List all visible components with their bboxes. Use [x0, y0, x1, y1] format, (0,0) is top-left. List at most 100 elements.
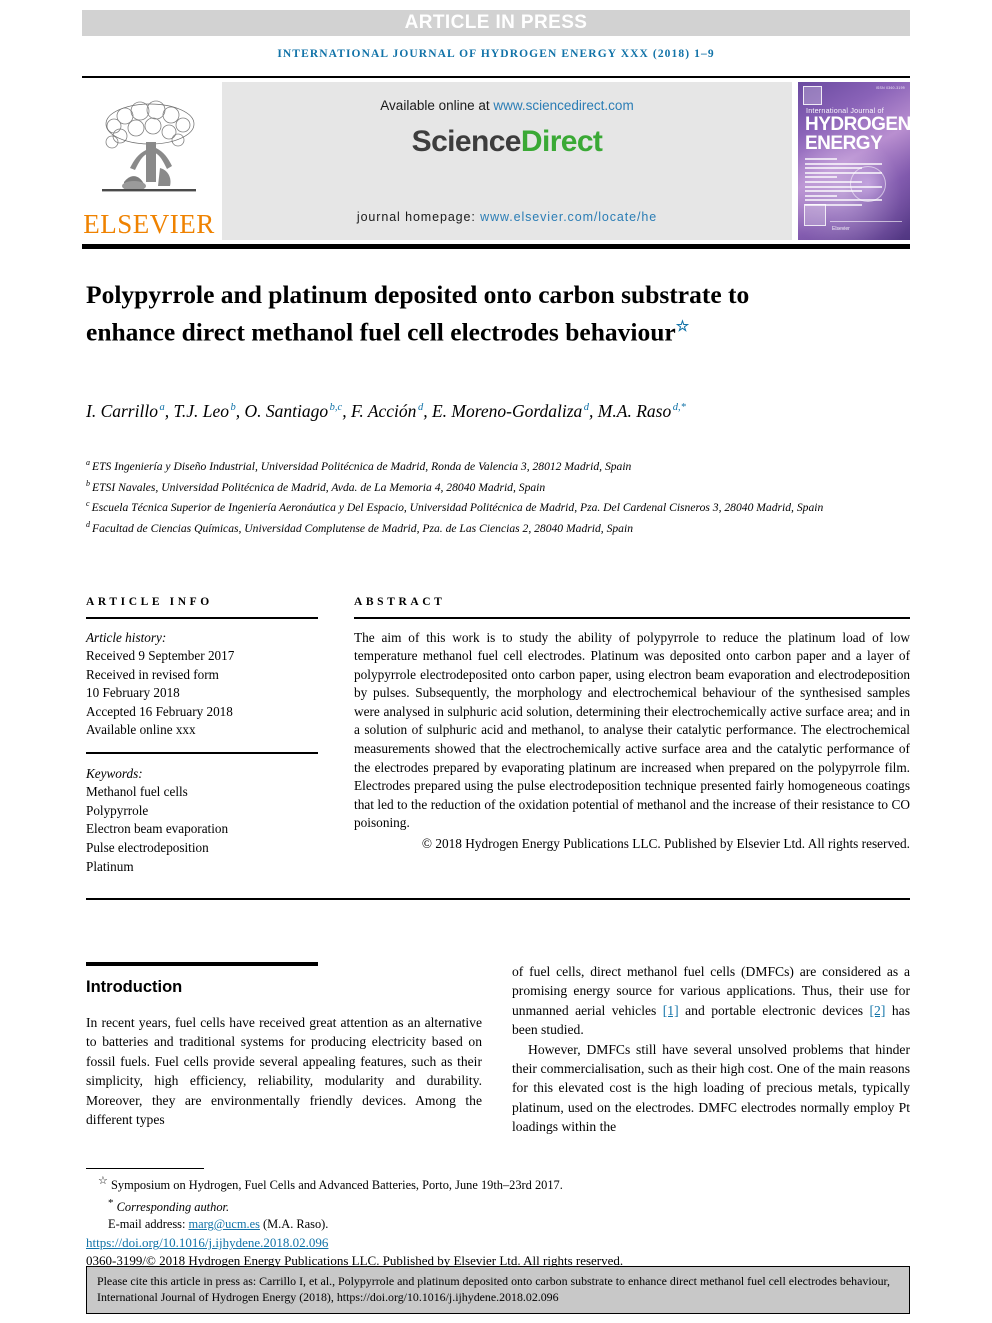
cover-bottom-rule [830, 221, 902, 222]
introduction-paragraph-left: In recent years, fuel cells have receive… [86, 1015, 482, 1128]
author-name: F. Acción [350, 400, 417, 421]
author-name: E. Moreno-Gordaliza [431, 400, 583, 421]
keyword-item: Methanol fuel cells [86, 784, 188, 800]
affiliation-item: b ETSI Navales, Universidad Politécnica d… [86, 476, 886, 497]
sciencedirect-logo-direct: Direct [520, 125, 603, 158]
affiliation-item: c Escuela Técnica Superior de Ingeniería … [86, 496, 886, 517]
journal-homepage-link[interactable]: www.elsevier.com/locate/he [480, 210, 657, 224]
author-affiliation-marker: b,c [329, 402, 343, 413]
footnote-symposium: ☆ Symposium on Hydrogen, Fuel Cells and … [86, 1173, 646, 1195]
author-affiliation-marker: a [159, 402, 165, 413]
keywords-block: Keywords: Methanol fuel cells Polypyrrole… [86, 765, 318, 877]
article-in-press-label: ARTICLE IN PRESS [404, 12, 588, 33]
journal-cover-thumbnail: ISSN 0360-3199 International Journal of … [798, 82, 910, 240]
article-info-rule [86, 617, 318, 619]
journal-running-head: International Journal of Hydrogen Energy… [277, 48, 715, 60]
elsevier-tree-icon [102, 100, 196, 192]
cover-title-hydrogen: HYDROGEN [805, 114, 910, 135]
sciencedirect-url-link[interactable]: www.sciencedirect.com [493, 98, 633, 113]
abstract-rule [354, 617, 910, 619]
keyword-item: Pulse electrodeposition [86, 839, 209, 855]
article-history-item: Available online xxx [86, 722, 196, 738]
footnote-corresponding-text: Corresponding author. [116, 1199, 230, 1214]
article-info-column: ARTICLE INFO Article history: Received 9… [86, 596, 318, 876]
doi-link-line: https://doi.org/10.1016/j.ijhydene.2018.… [86, 1234, 646, 1252]
reference-link-2[interactable]: [2] [870, 1003, 886, 1018]
footnotes-block: ☆ Symposium on Hydrogen, Fuel Cells and … [86, 1168, 646, 1270]
article-history-title: Article history: [86, 629, 167, 645]
cover-top-row: ISSN 0360-3199 [803, 86, 905, 105]
sciencedirect-logo: ScienceDirect [412, 125, 603, 159]
cover-hek-logo-icon [804, 204, 826, 226]
cover-title-energy: ENERGY [805, 133, 883, 154]
email-label: E-mail address: [108, 1217, 189, 1232]
doi-link[interactable]: https://doi.org/10.1016/j.ijhydene.2018.… [86, 1235, 328, 1250]
keyword-item: Polypyrrole [86, 802, 149, 818]
keyword-item: Electron beam evaporation [86, 821, 229, 837]
abstract-body: The aim of this work is to study the abi… [354, 629, 910, 831]
cover-text-lines-decoration [805, 158, 904, 209]
cover-issn-label: ISSN 0360-3199 [875, 86, 905, 90]
sciencedirect-box: Available online at www.sciencedirect.co… [222, 82, 792, 240]
article-history-items: Received 9 September 2017 Received in rev… [86, 647, 318, 740]
cite-this-article-box: Please cite this article in press as: Ca… [86, 1266, 910, 1314]
article-history-block: Article history: Received 9 September 20… [86, 629, 318, 741]
author-name: T.J. Leo [173, 400, 230, 421]
introduction-paragraph-2: However, DMFCs still have several unsolv… [512, 1041, 910, 1135]
article-in-press-banner: ARTICLE IN PRESS [82, 10, 910, 36]
introduction-heading: Introduction [86, 978, 183, 996]
footnote-symposium-text: Symposium on Hydrogen, Fuel Cells and Ad… [110, 1178, 563, 1193]
article-history-item: 10 February 2018 [86, 685, 180, 701]
introduction-heading-rule [86, 962, 318, 966]
article-history-item: Accepted 16 February 2018 [86, 703, 233, 719]
author-name: M.A. Raso [597, 400, 672, 421]
body-column-right: of fuel cells, direct methanol fuel cell… [512, 962, 910, 1137]
reference-link-1[interactable]: [1] [663, 1003, 679, 1018]
affiliation-text: ETS Ingeniería y Diseño Industrial, Univ… [92, 459, 632, 473]
intro-right-text-b: and portable electronic devices [678, 1002, 870, 1018]
cover-publisher-badge-icon [803, 86, 822, 105]
sciencedirect-logo-science: Science [411, 125, 522, 158]
author-name: O. Santiago [244, 400, 329, 421]
cover-publisher-name: Elsevier [832, 226, 850, 232]
abstract-copyright: © 2018 Hydrogen Energy Publications LLC.… [421, 836, 910, 852]
title-footnote-marker: ☆ [675, 319, 690, 336]
email-link[interactable]: marg@ucm.es [189, 1217, 260, 1231]
body-section-rule [86, 898, 910, 900]
affiliation-text: Facultad de Ciencias Químicas, Universid… [92, 521, 633, 535]
affiliation-text: Escuela Técnica Superior de Ingeniería A… [91, 501, 824, 515]
journal-masthead: ELSEVIER Available online at www.science… [82, 82, 910, 240]
journal-cover-artwork: ISSN 0360-3199 International Journal of … [798, 82, 910, 240]
article-info-heading: ARTICLE INFO [86, 596, 213, 608]
keywords-title: Keywords: [86, 765, 143, 781]
author-affiliation-marker: d,* [672, 402, 686, 413]
masthead-top-rule [82, 76, 910, 78]
elsevier-wordmark: ELSEVIER [83, 209, 215, 239]
available-online-prefix: Available online at [380, 98, 494, 113]
abstract-column: ABSTRACT The aim of this work is to stud… [354, 596, 910, 854]
available-online-line: Available online at www.sciencedirect.co… [380, 98, 633, 113]
author-name: I. Carrillo [86, 400, 158, 421]
affiliation-list: a ETS Ingeniería y Diseño Industrial, Uni… [86, 455, 886, 538]
author-list: I. Carrillo a, T.J. Leo b, O. Santiago b,c,… [86, 400, 686, 421]
affiliation-item: a ETS Ingeniería y Diseño Industrial, Uni… [86, 455, 886, 476]
elsevier-logo: ELSEVIER [82, 82, 216, 240]
keywords-items: Methanol fuel cells Polypyrrole Electron b… [86, 783, 318, 876]
affiliation-item: d Facultad de Ciencias Químicas, Universi… [86, 517, 886, 538]
affiliation-text: ETSI Navales, Universidad Politécnica de… [92, 480, 546, 494]
footnote-symposium-marker: ☆ [98, 1175, 108, 1187]
footnote-corresponding-author: * Corresponding author. [86, 1195, 646, 1217]
footnote-email-line: E-mail address: marg@ucm.es (M.A. Raso). [86, 1216, 646, 1233]
cite-this-article-text: Please cite this article in press as: Ca… [97, 1274, 890, 1305]
footnote-separator-rule [86, 1168, 204, 1169]
email-suffix: (M.A. Raso). [259, 1217, 329, 1232]
journal-homepage-line: journal homepage: www.elsevier.com/locat… [222, 210, 792, 224]
author-affiliation-marker: d [417, 402, 424, 413]
footnote-corresponding-marker: * [108, 1196, 114, 1209]
article-history-item: Received 9 September 2017 [86, 648, 235, 664]
author-affiliation-marker: b [230, 402, 236, 413]
author-affiliation-marker: d [583, 402, 590, 413]
page-title: Polypyrrole and platinum deposited onto … [86, 279, 786, 349]
journal-homepage-prefix: journal homepage: [356, 210, 481, 224]
keywords-rule [86, 752, 318, 754]
